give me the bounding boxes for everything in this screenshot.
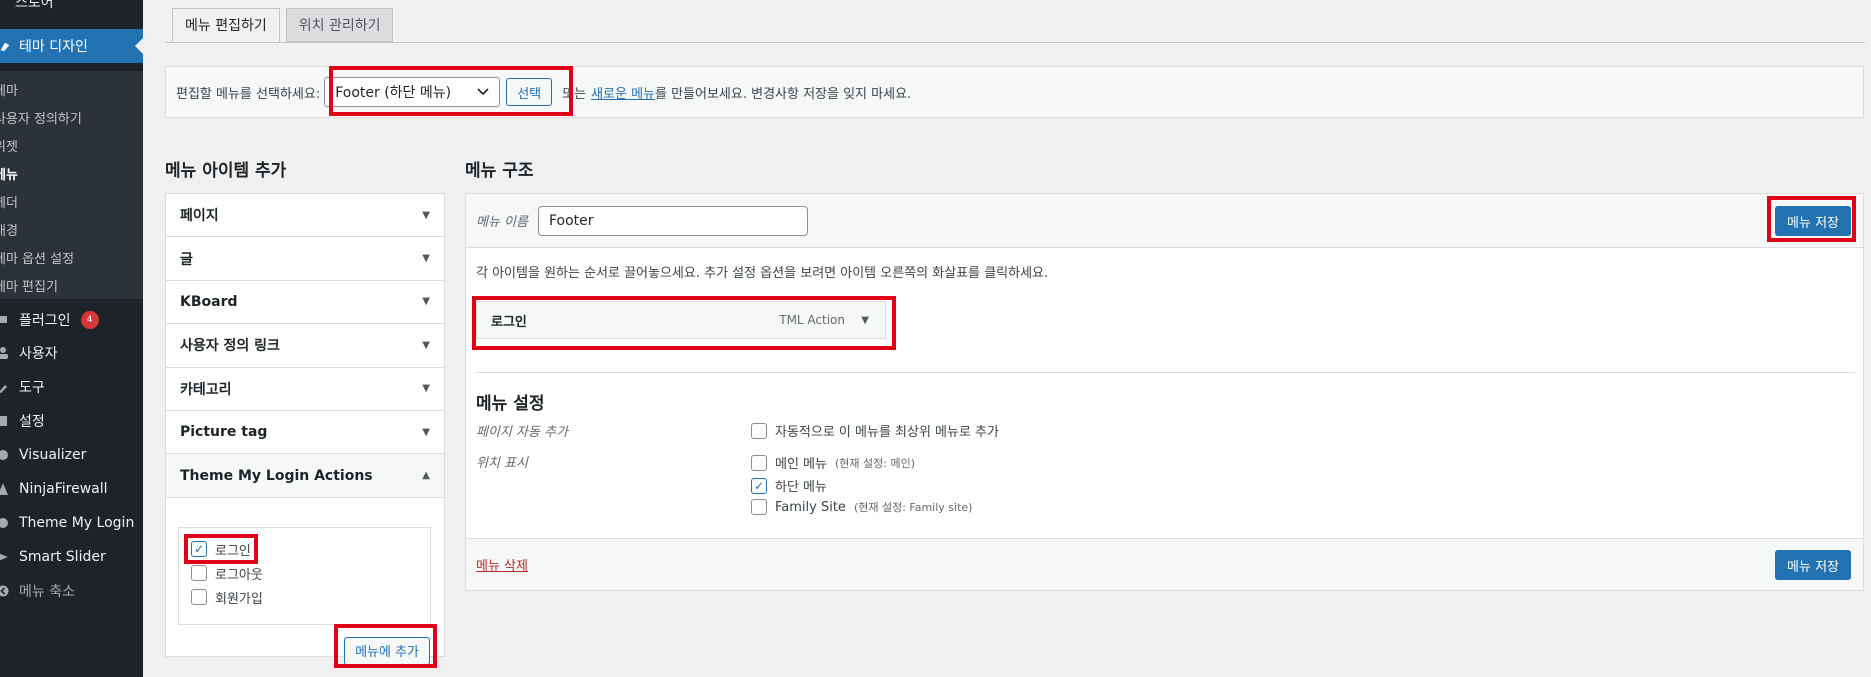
submenu-background[interactable]: 배경 <box>0 215 143 243</box>
sidebar-item-ninjafirewall[interactable]: NinjaFirewall <box>0 472 143 506</box>
select-menu-button[interactable]: 선택 <box>506 78 553 106</box>
chart-pie-icon <box>0 450 8 460</box>
add-to-menu-button[interactable]: 메뉴에 추가 <box>344 636 430 665</box>
sidebar-item-smart-slider[interactable]: Smart Slider <box>0 540 143 574</box>
login-icon <box>0 518 8 528</box>
create-new-menu-link[interactable]: 새로운 메뉴 <box>591 83 655 102</box>
tab-manage-locations[interactable]: 위치 관리하기 <box>285 8 394 42</box>
submenu-widgets[interactable]: 위젯 <box>0 131 143 159</box>
menu-name-input[interactable]: Footer <box>537 205 808 236</box>
auto-add-checkbox[interactable] <box>751 422 767 439</box>
menu-select-label: 편집할 메뉴를 선택하세요: <box>176 86 321 102</box>
checkbox-register[interactable] <box>191 589 207 606</box>
sidebar-item-settings[interactable]: 설정 <box>0 404 143 438</box>
admin-sidebar: 스토어 테마 디자인 테마 사용자 정의하기 위젯 메뉴 헤더 배경 테마 옵션… <box>0 0 143 677</box>
accordion-pages[interactable]: 페이지 ▼ <box>166 194 444 238</box>
tml-actions-checklist: ✓ 로그인 로그아웃 회원가입 <box>178 526 431 625</box>
plugin-icon <box>0 316 7 323</box>
wrench-icon <box>0 385 7 393</box>
tml-action-logout[interactable]: 로그아웃 <box>191 564 263 583</box>
plugin-update-badge: 4 <box>80 311 99 329</box>
location-main-checkbox[interactable] <box>751 454 767 471</box>
settings-icon <box>0 416 7 426</box>
collapse-icon <box>0 585 9 597</box>
tab-edit-menus[interactable]: 메뉴 편집하기 <box>172 8 280 42</box>
ninja-icon <box>0 483 8 495</box>
collapse-menu-button[interactable]: 메뉴 축소 <box>0 574 143 608</box>
save-menu-button-bottom[interactable]: 메뉴 저장 <box>1775 550 1851 580</box>
sidebar-item-appearance[interactable]: 테마 디자인 <box>0 29 143 63</box>
menu-item-type: TML Action <box>779 313 845 327</box>
user-icon <box>0 347 8 359</box>
drag-hint: 각 아이템을 원하는 순서로 끌어놓으세요. 추가 설정 옵션을 보려면 아이템… <box>476 266 1049 281</box>
sidebar-item-users[interactable]: 사용자 <box>0 336 143 370</box>
sidebar-item-tools[interactable]: 도구 <box>0 370 143 404</box>
checkbox-logout[interactable] <box>191 565 207 582</box>
accordion-categories[interactable]: 카테고리 ▼ <box>166 367 444 411</box>
menu-name-bar: 메뉴 이름 Footer 메뉴 저장 <box>466 194 1863 248</box>
auto-add-option[interactable]: 자동적으로 이 메뉴를 최상위 메뉴로 추가 <box>751 421 999 440</box>
add-menu-items-accordion: 페이지 ▼ 글 ▼ KBoard ▼ 사용자 정의 링크 ▼ 카테고리 ▼ Picture… <box>165 193 445 665</box>
submenu-menus[interactable]: 메뉴 <box>0 159 143 187</box>
display-location-label: 위치 표시 <box>476 456 528 471</box>
auto-add-label: 페이지 자동 추가 <box>476 425 568 440</box>
menu-select-hint: 를 만들어보세요. 변경사항 저장을 잊지 마세요. <box>655 86 912 102</box>
appearance-submenu: 테마 사용자 정의하기 위젯 메뉴 헤더 배경 테마 옵션 설정 테마 편집기 <box>0 71 143 299</box>
location-family-site[interactable]: Family Site (현재 설정: Family site) <box>751 499 972 515</box>
tab-divider <box>165 42 1865 43</box>
menu-name-label: 메뉴 이름 <box>476 215 528 230</box>
menu-select-bar: 편집할 메뉴를 선택하세요: Footer (하단 메뉴) 선택 또는 새로운 … <box>165 66 1864 118</box>
caret-down-icon: ▼ <box>422 296 430 308</box>
accordion-kboard[interactable]: KBoard ▼ <box>166 280 444 325</box>
caret-up-icon: ▲ <box>422 470 430 482</box>
checkbox-login[interactable]: ✓ <box>191 541 207 558</box>
sidebar-item-visualizer[interactable]: Visualizer <box>0 438 143 472</box>
accordion-tml-actions[interactable]: Theme My Login Actions ▲ <box>166 454 444 498</box>
submenu-theme-options[interactable]: 테마 옵션 설정 <box>0 243 143 271</box>
location-family-checkbox[interactable] <box>751 499 767 515</box>
submenu-theme-editor[interactable]: 테마 편집기 <box>0 271 143 299</box>
accordion-picture-tag[interactable]: Picture tag ▼ <box>166 410 444 455</box>
tml-action-login[interactable]: ✓ 로그인 <box>191 540 251 559</box>
sidebar-item-theme-my-login[interactable]: Theme My Login <box>0 506 143 540</box>
submenu-header[interactable]: 헤더 <box>0 187 143 215</box>
location-footer-checkbox[interactable]: ✓ <box>751 477 767 494</box>
accordion-custom-links[interactable]: 사용자 정의 링크 ▼ <box>166 324 444 368</box>
caret-down-icon: ▼ <box>422 339 430 351</box>
menu-structure-panel: 메뉴 이름 Footer 메뉴 저장 각 아이템을 원하는 순서로 끌어놓으세요… <box>465 193 1864 591</box>
submenu-themes[interactable]: 테마 <box>0 75 143 103</box>
location-main-menu[interactable]: 메인 메뉴 (현재 설정: 메인) <box>751 453 915 472</box>
tml-action-register[interactable]: 회원가입 <box>191 588 263 607</box>
menu-structure-title: 메뉴 구조 <box>465 161 534 181</box>
caret-down-icon: ▼ <box>422 383 430 395</box>
delete-menu-link[interactable]: 메뉴 삭제 <box>476 555 528 574</box>
or-text: 또는 <box>562 86 587 102</box>
tml-actions-panel: ✓ 로그인 로그아웃 회원가입 메뉴에 추가 <box>166 497 444 665</box>
location-footer-menu[interactable]: ✓ 하단 메뉴 <box>751 476 827 495</box>
menu-settings-title: 메뉴 설정 <box>476 394 545 414</box>
slider-icon <box>0 553 8 561</box>
paintbrush-icon <box>0 42 10 52</box>
add-menu-items-title: 메뉴 아이템 추가 <box>165 161 287 181</box>
accordion-posts[interactable]: 글 ▼ <box>166 237 444 281</box>
caret-down-icon: ▼ <box>422 209 430 221</box>
sidebar-item-plugins[interactable]: 플러그인 4 <box>0 303 143 337</box>
submenu-customize[interactable]: 사용자 정의하기 <box>0 103 143 131</box>
save-menu-button-top[interactable]: 메뉴 저장 <box>1775 206 1851 236</box>
settings-divider <box>476 372 1855 373</box>
caret-down-icon: ▼ <box>422 253 430 265</box>
menu-item-login[interactable]: 로그인 TML Action ▼ <box>476 301 886 339</box>
caret-down-icon: ▼ <box>422 426 430 438</box>
chevron-down-icon <box>477 88 489 96</box>
menu-structure-footer: 메뉴 삭제 메뉴 저장 <box>466 538 1863 590</box>
expand-caret-icon[interactable]: ▼ <box>861 315 869 326</box>
sidebar-item-store[interactable]: 스토어 <box>0 0 54 12</box>
menu-tabs: 메뉴 편집하기 위치 관리하기 <box>172 8 394 42</box>
store-icon <box>0 0 9 9</box>
menu-select-dropdown[interactable]: Footer (하단 메뉴) <box>324 77 501 107</box>
